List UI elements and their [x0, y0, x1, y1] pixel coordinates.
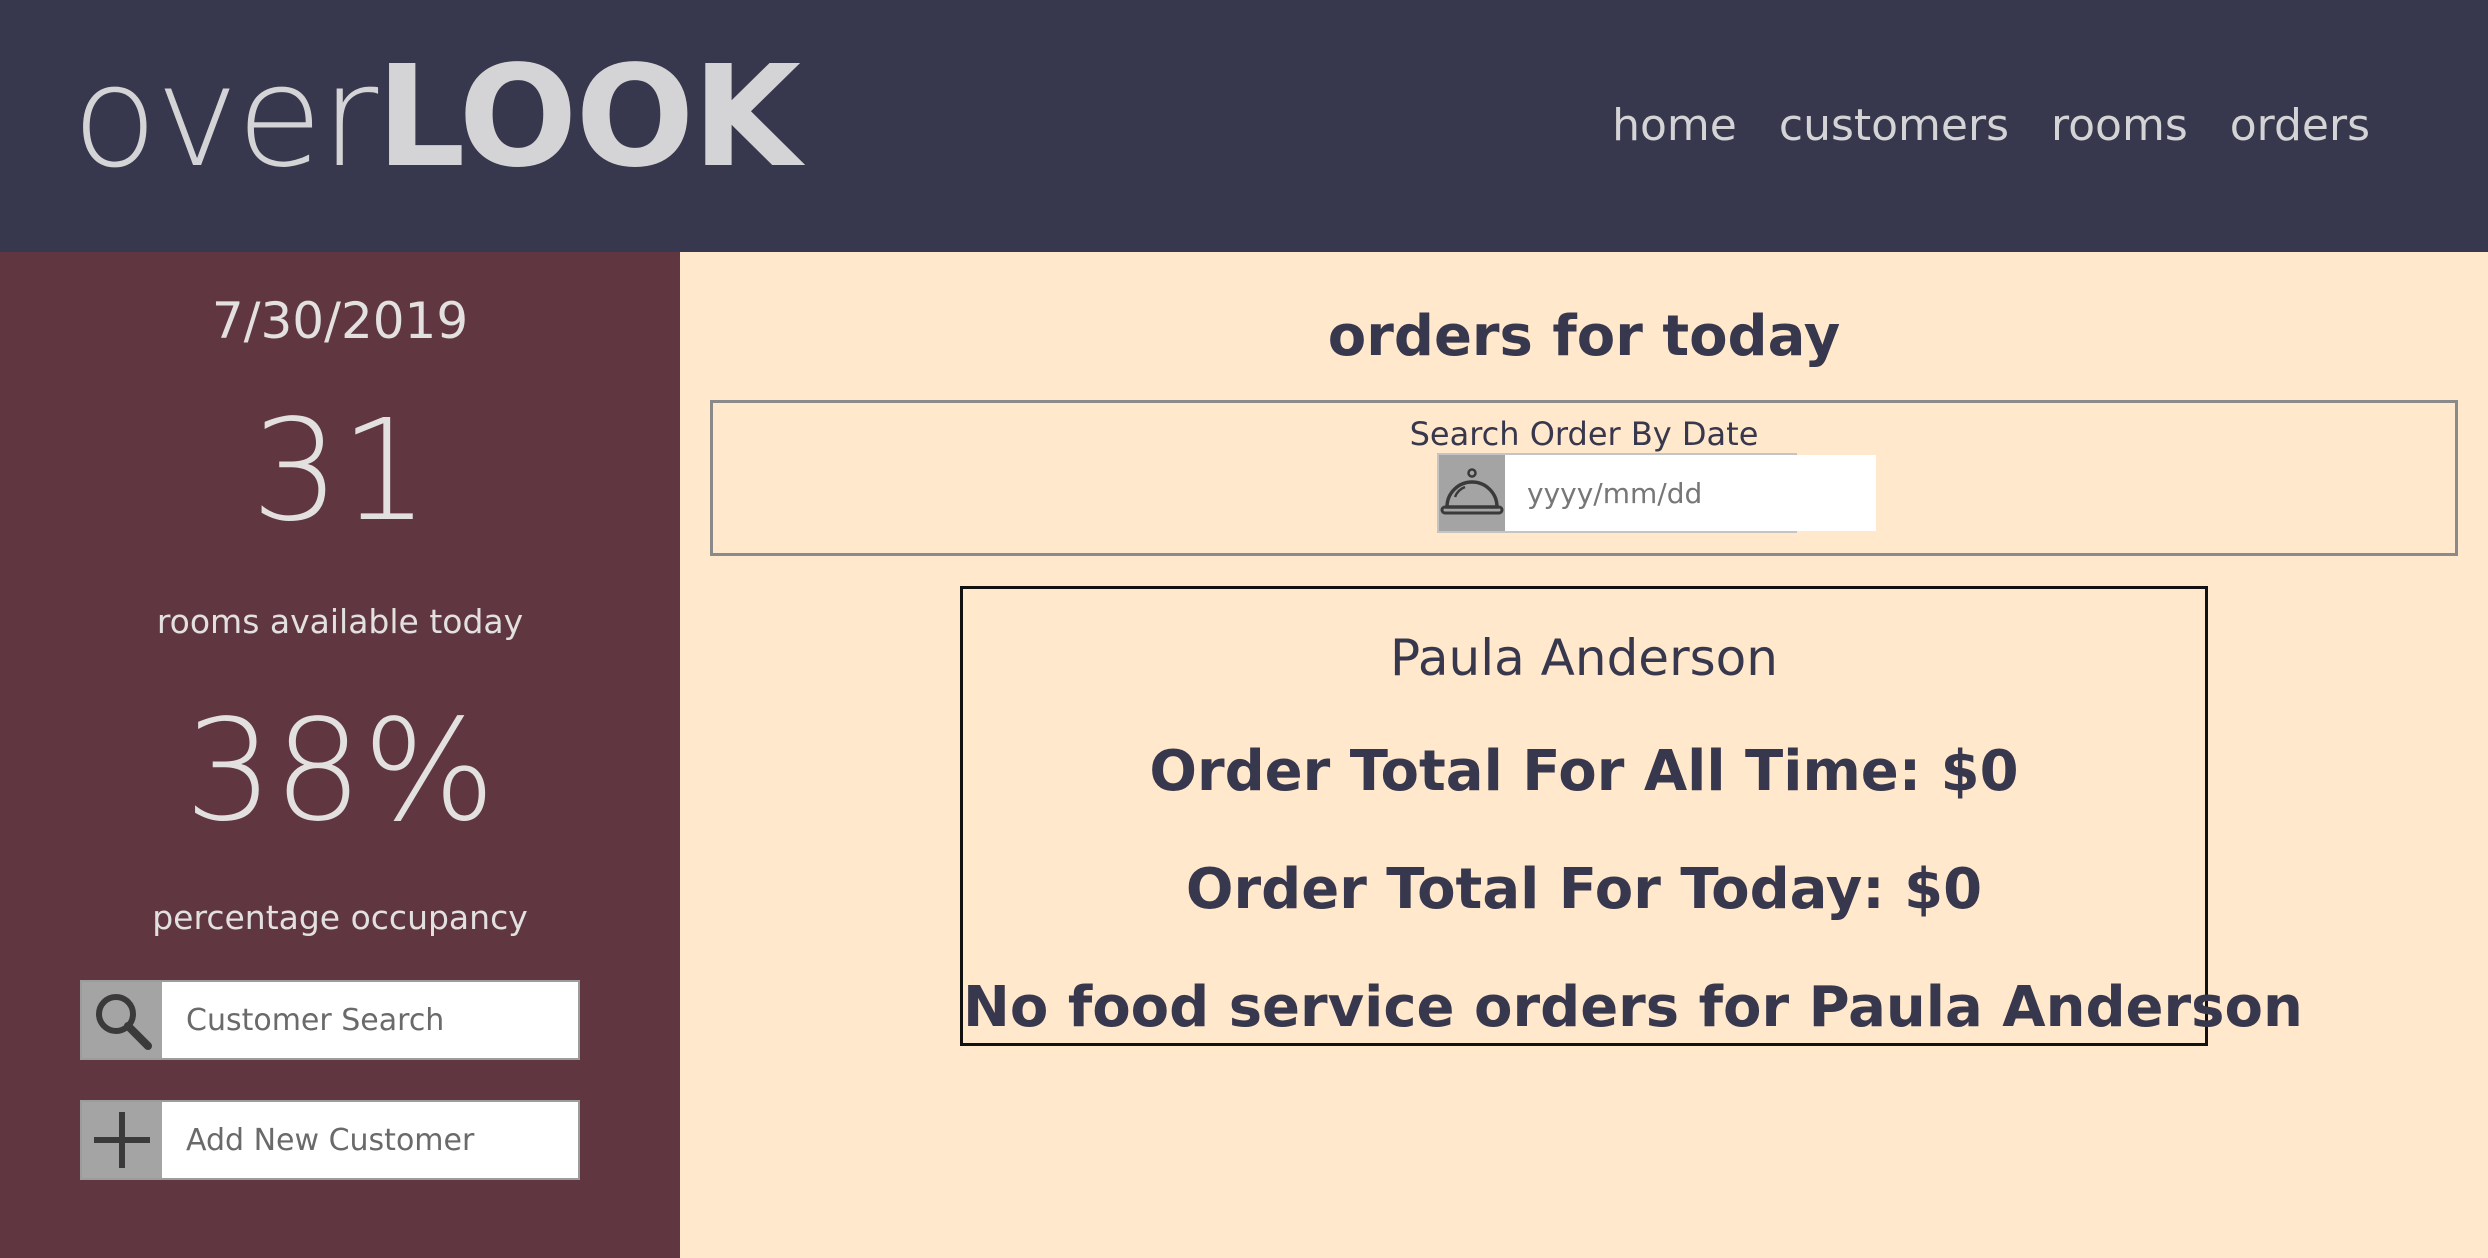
nav-home[interactable]: home — [1612, 96, 1737, 156]
search-icon[interactable] — [82, 982, 162, 1058]
customer-search-input[interactable] — [162, 982, 578, 1058]
add-customer-field — [80, 1100, 580, 1180]
occupancy-label: percentage occupancy — [152, 898, 528, 937]
service-bell-icon[interactable] — [1439, 455, 1505, 531]
stats-sidebar: 7/30/2019 31 rooms available today 38% p… — [0, 252, 680, 1258]
order-date-search-panel: Search Order By Date — [710, 400, 2458, 556]
no-orders-message: No food service orders for Paula Anderso… — [963, 975, 2303, 1040]
app-logo[interactable]: overLOOK — [72, 36, 801, 199]
order-total-today: Order Total For Today: $0 — [1185, 857, 1983, 922]
main-nav: home customers rooms orders — [1612, 96, 2370, 156]
rooms-available-label: rooms available today — [156, 602, 524, 641]
app-header: overLOOK home customers rooms orders — [0, 0, 2488, 252]
nav-orders[interactable]: orders — [2230, 96, 2370, 156]
today-date: 7/30/2019 — [211, 292, 469, 350]
plus-icon[interactable] — [82, 1102, 162, 1178]
add-customer-input[interactable] — [162, 1102, 578, 1178]
order-date-search-label: Search Order By Date — [1409, 415, 1759, 453]
rooms-available-count: 31 — [250, 390, 430, 553]
logo-thin-text: over — [72, 36, 378, 199]
order-date-field — [1437, 453, 1876, 533]
customer-search-field — [80, 980, 580, 1060]
page-title: orders for today — [1327, 304, 1841, 369]
nav-rooms[interactable]: rooms — [2051, 96, 2188, 156]
order-date-input[interactable] — [1505, 455, 1876, 531]
customer-order-card: Paula Anderson Order Total For All Time:… — [960, 586, 2303, 1046]
logo-bold-text: LOOK — [376, 36, 801, 199]
nav-customers[interactable]: customers — [1779, 96, 2009, 156]
customer-name: Paula Anderson — [1390, 629, 1778, 687]
orders-main: orders for today Search Order By Date Pa… — [680, 252, 2488, 1258]
occupancy-percent: 38% — [184, 690, 496, 853]
order-total-all-time: Order Total For All Time: $0 — [1149, 739, 2019, 804]
